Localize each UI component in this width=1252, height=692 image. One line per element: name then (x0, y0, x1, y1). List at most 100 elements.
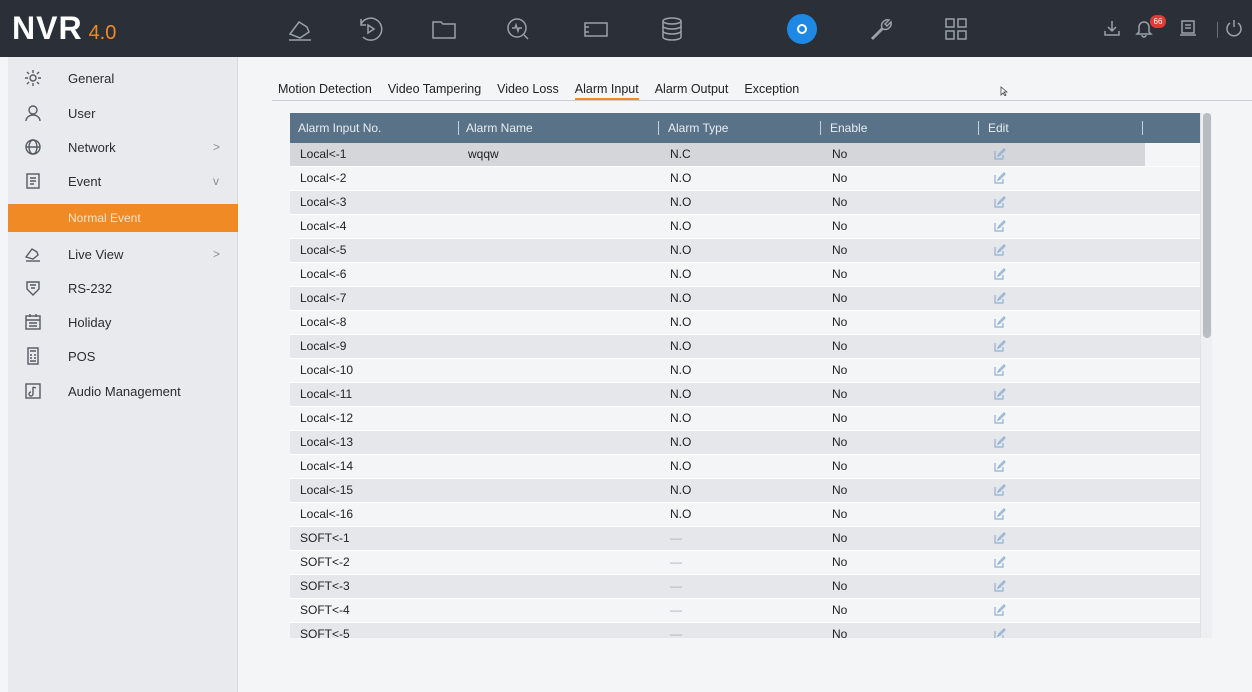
edit-icon[interactable] (994, 196, 1006, 208)
edit-icon[interactable] (994, 412, 1006, 424)
tab-alarm-output[interactable]: Alarm Output (655, 82, 729, 100)
table-row[interactable]: Local<-7 N.O No (290, 287, 1200, 310)
table-row[interactable]: Local<-15 N.O No (290, 479, 1200, 502)
tab-alarm-input[interactable]: Alarm Input (574, 82, 639, 100)
camera-icon[interactable] (578, 12, 614, 46)
alarm-input-table: Alarm Input No. Alarm Name Alarm Type En… (290, 113, 1200, 638)
table-row[interactable]: Local<-10 N.O No (290, 359, 1200, 382)
table-row[interactable]: SOFT<-5 — No (290, 623, 1200, 638)
column-divider (458, 121, 459, 135)
account-icon[interactable] (1178, 18, 1200, 40)
download-icon[interactable] (1102, 18, 1124, 40)
cell-alarm-type: N.O (670, 363, 692, 377)
cell-alarm-input-no: Local<-12 (300, 411, 354, 425)
cell-alarm-input-no: Local<-2 (300, 171, 347, 185)
tab-exception[interactable]: Exception (744, 82, 799, 100)
file-management-icon[interactable] (426, 12, 462, 46)
edit-icon[interactable] (994, 220, 1006, 232)
cell-alarm-type: N.O (670, 267, 692, 281)
edit-icon[interactable] (994, 556, 1006, 568)
sidebar-item-network[interactable]: Network > (8, 130, 238, 164)
edit-icon[interactable] (994, 244, 1006, 256)
edit-icon[interactable] (994, 148, 1006, 160)
cell-alarm-input-no: Local<-14 (300, 459, 354, 473)
sidebar-item-label: Network (68, 139, 116, 155)
table-row[interactable]: SOFT<-4 — No (290, 599, 1200, 622)
tab-video-tampering[interactable]: Video Tampering (388, 82, 481, 100)
table-row[interactable]: Local<-12 N.O No (290, 407, 1200, 430)
table-row[interactable]: Local<-6 N.O No (290, 263, 1200, 286)
edit-icon[interactable] (994, 172, 1006, 184)
cell-enable: No (832, 459, 848, 473)
storage-icon[interactable] (654, 12, 690, 46)
sidebar-item-live-view[interactable]: Live View > (8, 237, 238, 271)
smart-analysis-icon[interactable] (500, 12, 536, 46)
edit-icon[interactable] (994, 268, 1006, 280)
edit-icon[interactable] (994, 292, 1006, 304)
grid-icon[interactable] (938, 12, 974, 46)
chevron-down-icon: v (213, 174, 219, 188)
edit-icon[interactable] (994, 364, 1006, 376)
tabs-divider (272, 100, 1252, 101)
column-header-alarm-input-no[interactable]: Alarm Input No. (298, 113, 381, 143)
cell-alarm-input-no: SOFT<-2 (300, 555, 350, 569)
playback-icon[interactable] (352, 12, 388, 46)
sidebar-item-rs232[interactable]: RS-232 (8, 271, 238, 305)
sidebar-item-audio-management[interactable]: Audio Management (8, 374, 238, 408)
cell-alarm-input-no: Local<-11 (300, 387, 353, 401)
table-row[interactable]: Local<-3 N.O No (290, 191, 1200, 214)
edit-icon[interactable] (994, 580, 1006, 592)
table-row[interactable]: SOFT<-1 — No (290, 527, 1200, 550)
edit-icon[interactable] (994, 460, 1006, 472)
sidebar-item-user[interactable]: User (8, 96, 238, 130)
sidebar-item-event[interactable]: Event v (8, 164, 238, 198)
table-row[interactable]: Local<-9 N.O No (290, 335, 1200, 358)
column-header-alarm-type[interactable]: Alarm Type (668, 113, 728, 143)
table-row[interactable]: Local<-16 N.O No (290, 503, 1200, 526)
sidebar-subitem-normal-event[interactable]: Normal Event (8, 204, 238, 232)
edit-icon[interactable] (994, 532, 1006, 544)
edit-icon[interactable] (994, 316, 1006, 328)
column-header-enable[interactable]: Enable (830, 113, 867, 143)
table-row[interactable]: Local<-13 N.O No (290, 431, 1200, 454)
table-row[interactable]: Local<-1 wqqw N.C No (290, 143, 1200, 166)
edit-icon[interactable] (994, 436, 1006, 448)
user-icon (24, 104, 42, 122)
column-divider (978, 121, 979, 135)
edit-icon[interactable] (994, 628, 1006, 638)
table-row[interactable]: SOFT<-3 — No (290, 575, 1200, 598)
table-row[interactable]: Local<-2 N.O No (290, 167, 1200, 190)
sidebar-item-holiday[interactable]: Holiday (8, 305, 238, 339)
table-scrollbar[interactable] (1200, 113, 1212, 638)
cell-enable: No (832, 291, 848, 305)
sidebar-item-general[interactable]: General (8, 61, 238, 95)
live-view-icon[interactable] (282, 12, 318, 46)
cell-alarm-type: — (670, 603, 682, 617)
tab-motion-detection[interactable]: Motion Detection (278, 82, 372, 100)
edit-icon[interactable] (994, 484, 1006, 496)
cell-alarm-input-no: Local<-8 (300, 315, 347, 329)
table-row[interactable]: Local<-5 N.O No (290, 239, 1200, 262)
table-row[interactable]: Local<-4 N.O No (290, 215, 1200, 238)
edit-icon[interactable] (994, 340, 1006, 352)
maintenance-icon[interactable] (862, 12, 898, 46)
table-row[interactable]: Local<-8 N.O No (290, 311, 1200, 334)
sidebar-item-pos[interactable]: POS (8, 339, 238, 373)
edit-icon[interactable] (994, 388, 1006, 400)
app-version: 4.0 (88, 22, 117, 44)
cell-enable: No (832, 147, 848, 161)
edit-icon[interactable] (994, 508, 1006, 520)
tab-video-loss[interactable]: Video Loss (497, 82, 559, 100)
table-row[interactable]: Local<-11 N.O No (290, 383, 1200, 406)
table-row[interactable]: Local<-14 N.O No (290, 455, 1200, 478)
cell-alarm-type: N.O (670, 195, 692, 209)
power-icon[interactable] (1224, 18, 1246, 40)
column-header-alarm-name[interactable]: Alarm Name (466, 113, 533, 143)
scrollbar-thumb[interactable] (1203, 113, 1211, 338)
edit-icon[interactable] (994, 604, 1006, 616)
configuration-icon[interactable] (784, 12, 820, 46)
chevron-right-icon: > (213, 140, 221, 154)
column-header-edit[interactable]: Edit (988, 113, 1009, 143)
table-row[interactable]: SOFT<-2 — No (290, 551, 1200, 574)
sidebar-item-label: User (68, 105, 96, 121)
